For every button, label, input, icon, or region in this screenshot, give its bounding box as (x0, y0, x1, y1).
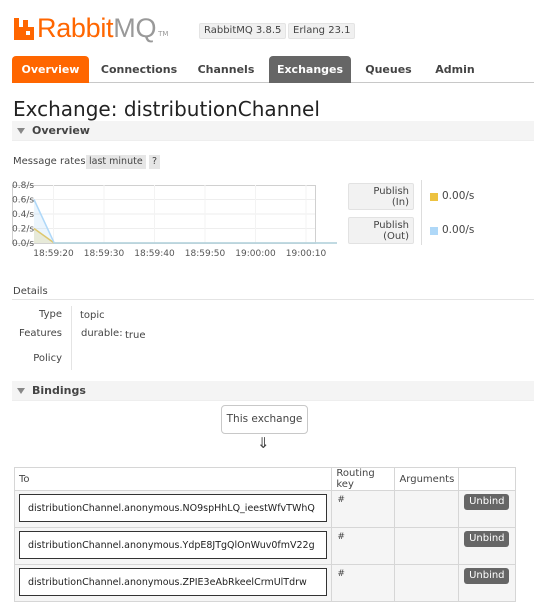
unbind-button[interactable]: Unbind (464, 494, 510, 510)
arguments-value (395, 565, 458, 573)
y-tick-label: 0.0/s (12, 239, 34, 249)
overview-section-toggle[interactable]: Overview (12, 121, 534, 141)
tab-overview[interactable]: Overview (12, 56, 89, 83)
features-key: Features (19, 328, 62, 339)
overview-section-label: Overview (32, 124, 90, 137)
type-key: Type (39, 309, 62, 320)
table-row: distributionChannel.anonymous.NO9spHhLQ_… (13, 490, 516, 528)
y-tick-label: 0.8/s (12, 181, 34, 191)
rate-period-selector[interactable]: last minute (86, 155, 146, 169)
tab-channels[interactable]: Channels (188, 56, 264, 83)
help-button[interactable]: ? (149, 155, 161, 169)
tab-queues[interactable]: Queues (355, 56, 422, 83)
unbind-button[interactable]: Unbind (464, 531, 510, 547)
main-nav-tabs: Overview Connections Channels Exchanges … (12, 56, 534, 83)
unbind-button[interactable]: Unbind (464, 568, 510, 584)
tab-admin[interactable]: Admin (425, 56, 485, 83)
details-label: Details (13, 286, 48, 297)
collapse-triangle-icon (17, 128, 25, 134)
y-tick-label: 0.6/s (12, 196, 34, 206)
x-tick-label: 18:59:30 (84, 249, 125, 259)
x-tick-label: 19:00:00 (235, 249, 276, 259)
tab-exchanges[interactable]: Exchanges (269, 56, 351, 83)
type-value: topic (80, 310, 105, 321)
logo-trademark: TM (158, 30, 169, 38)
erlang-version-badge: Erlang 23.1 (288, 23, 356, 39)
publish-out-swatch (430, 227, 438, 235)
publish-in-rate: 0.00/s (442, 190, 475, 202)
publish-out-rate: 0.00/s (442, 224, 475, 236)
table-header-row: To Routing key Arguments (13, 467, 516, 491)
x-tick-label: 18:59:20 (33, 249, 74, 259)
routing-key-value: # (337, 532, 345, 542)
rabbitmq-version-badge: RabbitMQ 3.8.5 (199, 23, 287, 39)
table-row: distributionChannel.anonymous.YdpE8JTgQl… (13, 527, 516, 565)
arguments-value (395, 528, 458, 536)
binding-destination-link[interactable]: distributionChannel.anonymous.ZPIE3eAbRk… (19, 568, 328, 596)
page-title: Exchange: distributionChannel (13, 97, 320, 121)
logo-text: RabbitMQ (37, 13, 157, 43)
policy-key: Policy (33, 353, 62, 364)
column-header-routing-key: Routing key (331, 467, 396, 491)
rabbit-logo-icon (14, 18, 34, 40)
details-divider (12, 299, 534, 300)
bindings-table: To Routing key Arguments distributionCha… (13, 467, 516, 602)
binding-destination-link[interactable]: distributionChannel.anonymous.NO9spHhLQ_… (19, 494, 328, 522)
routing-key-value: # (337, 495, 345, 505)
durable-value: true (125, 330, 146, 341)
rabbitmq-logo[interactable]: RabbitMQ TM (14, 8, 169, 43)
message-rates-chart: 0.8/s 0.6/s 0.4/s 0.2/s 0.0/s18:59:20 18:59:3… (12, 181, 337, 259)
legend-divider (421, 180, 422, 245)
x-tick-label: 19:00:10 (286, 249, 327, 259)
message-rates-label: Message rates (13, 156, 86, 167)
column-header-arguments: Arguments (394, 467, 460, 491)
binding-destination-link[interactable]: distributionChannel.anonymous.YdpE8JTgQl… (19, 531, 328, 559)
bindings-section-label: Bindings (32, 384, 86, 397)
legend-publish-out: Publish (Out) (348, 217, 414, 244)
routing-key-value: # (337, 569, 345, 579)
bindings-section-toggle[interactable]: Bindings (12, 381, 534, 401)
tab-connections[interactable]: Connections (92, 56, 186, 83)
y-tick-label: 0.4/s (12, 210, 34, 220)
legend-publish-in: Publish (In) (348, 183, 414, 210)
x-tick-label: 18:59:50 (185, 249, 226, 259)
table-row: distributionChannel.anonymous.ZPIE3eAbRk… (13, 564, 516, 602)
x-tick-label: 18:59:40 (134, 249, 175, 259)
column-header-to: To (13, 467, 333, 491)
y-tick-label: 0.2/s (12, 225, 34, 235)
details-column-divider (71, 306, 72, 370)
durable-key: durable: (81, 328, 123, 339)
down-double-arrow-icon: ⇓ (257, 434, 270, 452)
this-exchange-box: This exchange (221, 405, 308, 434)
arguments-value (395, 491, 458, 499)
collapse-triangle-icon (17, 388, 25, 394)
column-header-actions (458, 467, 516, 491)
publish-in-swatch (430, 193, 438, 201)
